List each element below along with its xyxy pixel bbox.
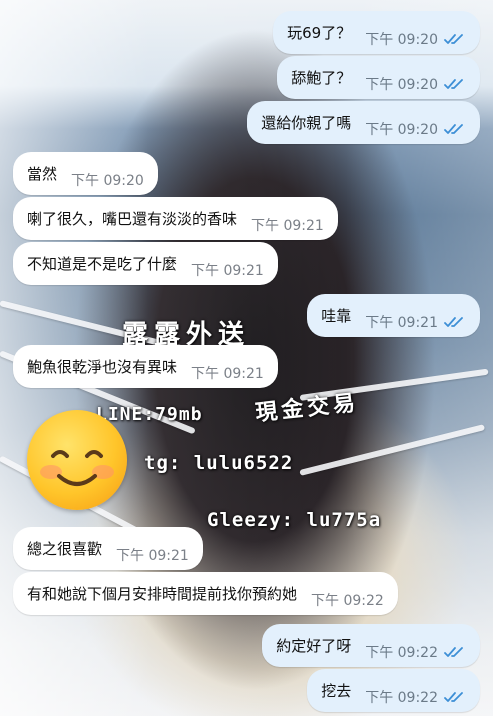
- message-time: 下午 09:20: [365, 121, 438, 138]
- incoming-message[interactable]: 總之很喜歡 下午 09:21: [13, 527, 203, 570]
- double-check-read-icon: [444, 33, 463, 44]
- message-text: 當然: [27, 165, 58, 183]
- message-text: 約定好了呀: [276, 637, 352, 655]
- message-time: 下午 09:20: [365, 31, 438, 48]
- message-time: 下午 09:21: [116, 547, 189, 564]
- message-time: 下午 09:22: [365, 644, 438, 661]
- watermark-telegram-id: tg: lulu6522: [144, 452, 294, 474]
- incoming-message[interactable]: 當然 下午 09:20: [13, 152, 158, 195]
- message-text: 不知道是不是吃了什麼: [27, 255, 178, 273]
- outgoing-message[interactable]: 哇靠 下午 09:21: [307, 294, 480, 337]
- message-time: 下午 09:21: [365, 314, 438, 331]
- message-text: 舔鮑了？: [291, 69, 352, 87]
- message-text: 喇了很久，嘴巴還有淡淡的香味: [27, 210, 238, 228]
- message-time: 下午 09:22: [365, 689, 438, 706]
- incoming-message[interactable]: 有和她說下個月安排時間提前找你預約她 下午 09:22: [13, 572, 398, 615]
- message-time: 下午 09:22: [311, 592, 384, 609]
- incoming-message[interactable]: 鮑魚很乾淨也沒有異味 下午 09:21: [13, 345, 278, 388]
- message-time: 下午 09:21: [191, 365, 264, 382]
- message-text: 有和她說下個月安排時間提前找你預約她: [27, 585, 298, 603]
- outgoing-message[interactable]: 還給你親了嗎 下午 09:20: [247, 101, 480, 144]
- message-text: 挖去: [321, 682, 352, 700]
- message-text: 鮑魚很乾淨也沒有異味: [27, 358, 178, 376]
- watermark-gleezy-id: Gleezy: lu775a: [207, 509, 382, 531]
- message-time: 下午 09:21: [251, 217, 324, 234]
- message-text: 總之很喜歡: [27, 540, 103, 558]
- incoming-message[interactable]: 喇了很久，嘴巴還有淡淡的香味 下午 09:21: [13, 197, 338, 240]
- incoming-message[interactable]: 不知道是不是吃了什麼 下午 09:21: [13, 242, 278, 285]
- double-check-read-icon: [444, 691, 463, 702]
- message-text: 哇靠: [321, 307, 352, 325]
- message-time: 下午 09:21: [191, 262, 264, 279]
- message-text: 玩69了？: [287, 24, 352, 42]
- outgoing-message[interactable]: 挖去 下午 09:22: [307, 669, 480, 712]
- double-check-read-icon: [444, 646, 463, 657]
- double-check-read-icon: [444, 316, 463, 327]
- outgoing-message[interactable]: 玩69了？ 下午 09:20: [273, 11, 480, 54]
- message-time: 下午 09:20: [365, 76, 438, 93]
- double-check-read-icon: [444, 123, 463, 134]
- message-text: 還給你親了嗎: [261, 114, 352, 132]
- double-check-read-icon: [444, 78, 463, 89]
- message-time: 下午 09:20: [71, 172, 144, 189]
- outgoing-message[interactable]: 舔鮑了？ 下午 09:20: [277, 56, 480, 99]
- smiling-face-emoji-icon: [27, 410, 127, 510]
- outgoing-message[interactable]: 約定好了呀 下午 09:22: [262, 624, 480, 667]
